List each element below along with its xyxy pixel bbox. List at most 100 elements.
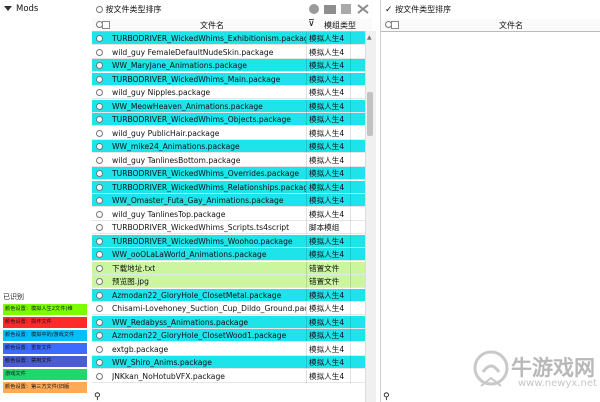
- table-row[interactable]: TURBODRIVER_WickedWhims_Scripts.ts4scrip…: [92, 221, 372, 234]
- table-row[interactable]: 预览图.jpg 错置文件: [92, 275, 372, 288]
- right-search-icon[interactable]: ⚲: [383, 392, 390, 402]
- filter-icon[interactable]: ⊽: [308, 19, 315, 29]
- row-radio[interactable]: [96, 305, 103, 312]
- row-type: 模拟人生4: [306, 207, 353, 221]
- expand-triangle-icon[interactable]: [4, 6, 12, 11]
- row-extra-cell: [350, 288, 357, 302]
- row-radio[interactable]: [96, 291, 103, 299]
- row-type: 模拟人生4: [306, 288, 353, 302]
- select-all-checkbox[interactable]: [102, 21, 110, 29]
- right-header-filename[interactable]: 文件名: [499, 20, 523, 31]
- scrollbar-thumb[interactable]: [367, 92, 373, 136]
- table-row[interactable]: WW_MaryJane_Animations.package 模拟人生4: [92, 59, 372, 72]
- row-type: 模拟人生4: [306, 248, 353, 261]
- row-radio[interactable]: [96, 345, 103, 353]
- row-extra-cell: [350, 140, 357, 153]
- table-row[interactable]: JNKkan_NoHotubVFX.package 模拟人生4: [92, 369, 372, 383]
- table-row[interactable]: wild_guy FemaleDefaultNudeSkin.package 模拟…: [92, 45, 372, 59]
- table-row[interactable]: TURBODRIVER_WickedWhims_Overrides.packag…: [92, 167, 372, 180]
- row-filename: TURBODRIVER_WickedWhims_Woohoo.package: [112, 236, 293, 246]
- sort-label: 按文件类型排序: [105, 5, 162, 14]
- row-radio[interactable]: [96, 183, 103, 191]
- row-filename: TURBODRIVER_WickedWhims_Scripts.ts4scrip…: [112, 223, 290, 232]
- delete-icon[interactable]: [357, 4, 369, 14]
- table-row[interactable]: Azmodan22_GloryHole_ClosetMetal.package 模…: [92, 288, 372, 302]
- row-type: 模拟人生4: [306, 59, 353, 72]
- row-type: 模拟人生4: [306, 356, 353, 369]
- table-row[interactable]: WW_ooOLaLaWorld_Animations.package 模拟人生4: [92, 248, 372, 261]
- checkmark-icon[interactable]: ✓: [385, 5, 393, 15]
- row-extra-cell: [350, 194, 357, 207]
- row-filename: JNKkan_NoHotubVFX.package: [112, 371, 225, 381]
- table-row[interactable]: WW_mike24_Animations.package 模拟人生4: [92, 140, 372, 153]
- table-row[interactable]: Chisami-Lovehoney_Suction_Cup_Dildo_Grou…: [92, 302, 372, 315]
- row-radio[interactable]: [96, 318, 103, 326]
- row-radio[interactable]: [96, 197, 103, 204]
- row-radio[interactable]: [96, 251, 103, 258]
- tree-root-item[interactable]: Mods: [4, 4, 38, 14]
- row-type: 模拟人生4: [306, 45, 353, 59]
- row-radio[interactable]: [96, 62, 103, 69]
- row-radio[interactable]: [96, 237, 103, 245]
- row-radio[interactable]: [96, 210, 103, 218]
- scroll-up-arrow-icon[interactable]: ▲: [367, 34, 372, 41]
- row-extra-cell: [350, 342, 357, 356]
- row-type: 模拟人生4: [306, 153, 353, 167]
- row-type: 模拟人生4: [306, 180, 353, 194]
- right-header: 文件名: [381, 19, 600, 32]
- row-radio[interactable]: [96, 75, 103, 83]
- table-row[interactable]: WW_Omaster_Futa_Gay_Animations.package 模拟…: [92, 194, 372, 207]
- row-radio[interactable]: [96, 278, 103, 285]
- table-row[interactable]: Azmodan22_GloryHole_ClosetWood1.package 模…: [92, 329, 372, 342]
- right-sort-option[interactable]: ✓ 按文件类型排序: [385, 4, 451, 15]
- row-radio[interactable]: [96, 143, 103, 150]
- row-filename: TURBODRIVER_WickedWhims_Main.package: [112, 74, 281, 84]
- row-radio[interactable]: [96, 156, 103, 164]
- row-radio[interactable]: [96, 372, 103, 380]
- header-filename[interactable]: 文件名: [200, 20, 224, 31]
- table-row[interactable]: wild_guy PublicHair.package 模拟人生4: [92, 126, 372, 140]
- row-type: 错置文件: [306, 275, 353, 288]
- copy-icon[interactable]: [341, 4, 351, 14]
- table-row[interactable]: WW_MeowHeaven_Animations.package 模拟人生4: [92, 99, 372, 113]
- table-row[interactable]: TURBODRIVER_WickedWhims_Exhibitionism.pa…: [92, 32, 372, 45]
- vertical-scrollbar[interactable]: [365, 31, 376, 402]
- row-type: 模拟人生4: [306, 302, 353, 315]
- row-extra-cell: [350, 356, 357, 369]
- table-row[interactable]: wild_guy Nipples.package 模拟人生4: [92, 86, 372, 99]
- table-row[interactable]: TURBODRIVER_WickedWhims_Relationships.pa…: [92, 180, 372, 194]
- table-row[interactable]: wild_guy TanlinesBottom.package 模拟人生4: [92, 153, 372, 167]
- right-select-checkbox[interactable]: [391, 21, 399, 29]
- row-radio[interactable]: [96, 224, 103, 231]
- row-radio[interactable]: [96, 332, 103, 339]
- legend-item: 颜色设置：模拟中的/游戏文件: [3, 330, 87, 341]
- search-icon[interactable]: ⚲: [94, 392, 101, 402]
- table-row[interactable]: WW_Redabyss_Animations.package 模拟人生4: [92, 315, 372, 329]
- table-row[interactable]: TURBODRIVER_WickedWhims_Objects.package 模…: [92, 113, 372, 126]
- refresh-icon[interactable]: [309, 4, 319, 14]
- row-type: 模拟人生4: [306, 329, 353, 342]
- row-radio[interactable]: [96, 48, 103, 56]
- row-radio[interactable]: [96, 89, 103, 96]
- row-filename: WW_Redabyss_Animations.package: [112, 317, 249, 327]
- folder-icon[interactable]: [324, 5, 336, 14]
- row-radio[interactable]: [96, 264, 103, 272]
- row-radio[interactable]: [96, 35, 103, 42]
- table-row[interactable]: extgb.package 模拟人生4: [92, 342, 372, 356]
- sort-radio-icon[interactable]: [96, 6, 103, 13]
- row-type: 脚本模组: [306, 221, 353, 234]
- table-row[interactable]: WW_Shiro_Anims.package 模拟人生4: [92, 356, 372, 369]
- row-radio[interactable]: [96, 170, 103, 177]
- table-row[interactable]: TURBODRIVER_WickedWhims_Woohoo.package 模拟…: [92, 234, 372, 248]
- row-extra-cell: [350, 207, 357, 221]
- row-radio[interactable]: [96, 129, 103, 137]
- table-row[interactable]: wild_guy TanlinesTop.package 模拟人生4: [92, 207, 372, 221]
- table-row[interactable]: TURBODRIVER_WickedWhims_Main.package 模拟人生…: [92, 72, 372, 86]
- row-radio[interactable]: [96, 116, 103, 123]
- row-type: 模拟人生4: [306, 140, 353, 153]
- row-radio[interactable]: [96, 102, 103, 110]
- row-radio[interactable]: [96, 359, 103, 366]
- table-row[interactable]: 下载地址.txt 错置文件: [92, 261, 372, 275]
- sort-option[interactable]: 按文件类型排序: [96, 4, 162, 15]
- header-type[interactable]: 模组类型: [324, 20, 356, 31]
